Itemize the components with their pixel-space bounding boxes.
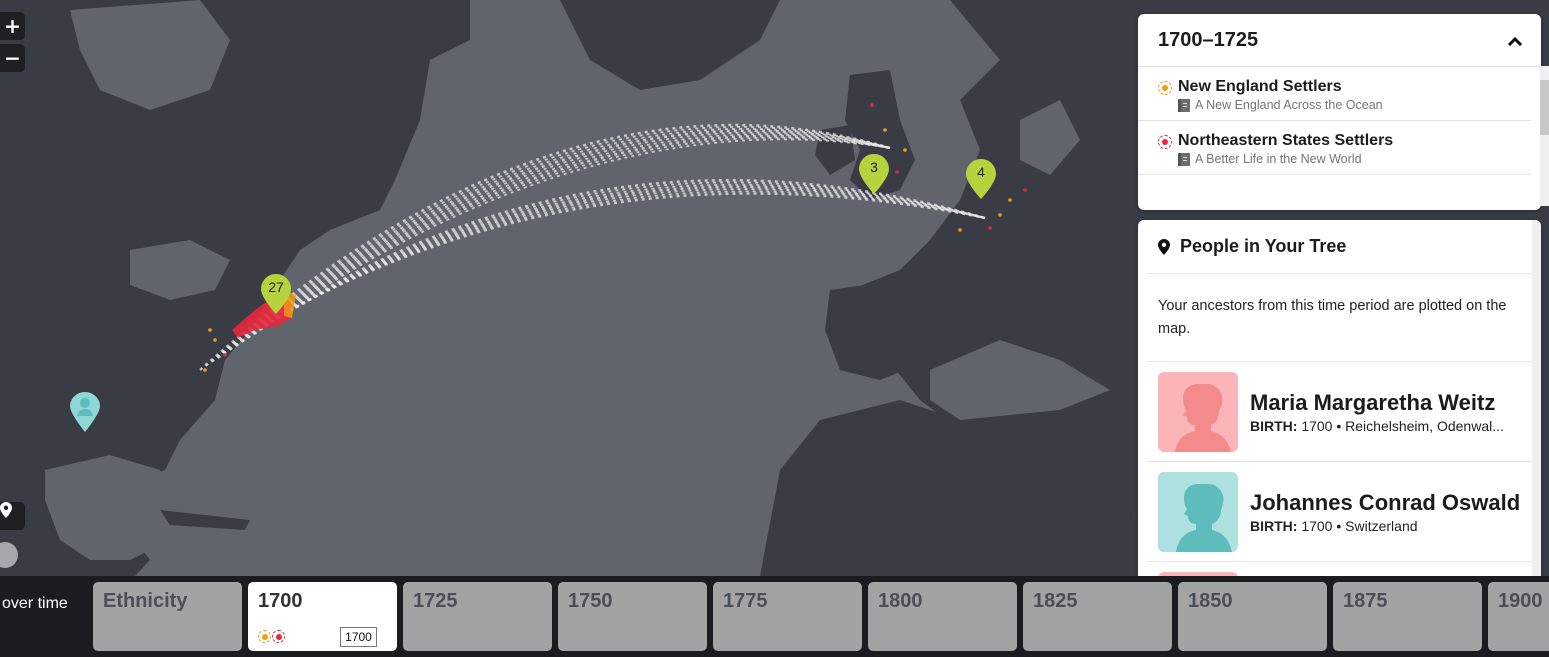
- ancestor-dot: [223, 353, 227, 357]
- timeline-card-label: 1875: [1343, 590, 1388, 612]
- timeline-label: over time: [2, 595, 68, 612]
- app: + − 27 3 4 1700–1725 New England Settler…: [0, 0, 1549, 657]
- location-button[interactable]: [0, 502, 25, 530]
- timeline: over time Ethnicity 1700 1700 1725 1750 1775 1…: [0, 576, 1549, 657]
- timeline-card-label: Ethnicity: [103, 590, 188, 612]
- migration-name: New England Settlers: [1178, 78, 1342, 95]
- ancestor-dot: [1008, 198, 1012, 202]
- timeline-card-label: 1700: [258, 590, 303, 612]
- timeline-card-label: 1825: [1033, 590, 1078, 612]
- cluster-count: 27: [268, 279, 284, 295]
- zoom-out-button[interactable]: −: [0, 44, 25, 72]
- timeline-card-label: 1750: [568, 590, 613, 612]
- land-greenland: [560, 0, 780, 90]
- person-item-partial[interactable]: [1148, 562, 1531, 576]
- people-header: People in Your Tree: [1148, 220, 1531, 274]
- timeline-card-1725[interactable]: 1725: [403, 582, 552, 651]
- avatar-male: [1158, 472, 1238, 552]
- cluster-pin-germany[interactable]: 4: [966, 159, 996, 199]
- person-name: Maria Margaretha Weitz: [1250, 390, 1496, 415]
- ancestor-dot: [208, 328, 212, 332]
- cluster-count: 3: [870, 159, 878, 175]
- migration-item[interactable]: Northeastern States Settlers A Better Li…: [1138, 121, 1531, 175]
- ancestor-dot: [903, 148, 907, 152]
- birth-label: BIRTH:: [1250, 518, 1298, 534]
- map-marker-icon: [0, 502, 12, 518]
- people-panel: People in Your Tree Your ancestors from …: [1138, 220, 1541, 576]
- time-period-header[interactable]: 1700–1725: [1138, 14, 1541, 67]
- ancestor-dot: [998, 213, 1002, 217]
- cluster-pin-england[interactable]: 3: [859, 154, 889, 194]
- migration-item[interactable]: New England Settlers A New England Acros…: [1138, 67, 1531, 121]
- timeline-card-1750[interactable]: 1750: [558, 582, 707, 651]
- year-input[interactable]: 1700: [340, 627, 377, 647]
- migration-marker-icon: [1158, 81, 1172, 95]
- timeline-card-label: 1775: [723, 590, 768, 612]
- person-pin[interactable]: [70, 392, 100, 432]
- ancestor-dot: [988, 226, 992, 230]
- migration-story[interactable]: A Better Life in the New World: [1195, 152, 1362, 166]
- timeline-card-1825[interactable]: 1825: [1023, 582, 1172, 651]
- scrollbar-thumb[interactable]: [1540, 80, 1549, 135]
- ancestor-dot: [958, 228, 962, 232]
- ancestor-dot: [1023, 188, 1027, 192]
- person-pin-icon: [70, 392, 100, 432]
- timeline-card-label: 1725: [413, 590, 458, 612]
- land-caribbean: [160, 510, 250, 530]
- male-silhouette-icon: [1176, 484, 1232, 552]
- timeline-card-label: 1850: [1188, 590, 1233, 612]
- migration-marker-icon: [272, 630, 285, 643]
- timeline-card-1775[interactable]: 1775: [713, 582, 862, 651]
- person-name: Johannes Conrad Oswald: [1250, 490, 1521, 515]
- timeline-card-1800[interactable]: 1800: [868, 582, 1017, 651]
- time-period-title: 1700–1725: [1158, 28, 1259, 51]
- timeline-card-1850[interactable]: 1850: [1178, 582, 1327, 651]
- timeline-card-ethnicity[interactable]: Ethnicity: [93, 582, 242, 651]
- book-icon: [1178, 152, 1190, 166]
- timeline-card-label: 1900: [1498, 590, 1543, 612]
- timeline-card-1875[interactable]: 1875: [1333, 582, 1482, 651]
- female-silhouette-icon: [1175, 384, 1231, 452]
- ancestor-dot: [213, 338, 217, 342]
- timeline-card-label: 1800: [878, 590, 923, 612]
- birth-label: BIRTH:: [1250, 418, 1298, 434]
- ancestor-dot: [870, 103, 874, 107]
- scrollbar[interactable]: [1532, 220, 1541, 576]
- people-title: People in Your Tree: [1180, 236, 1347, 256]
- cluster-count: 4: [977, 164, 985, 180]
- people-description: Your ancestors from this time period are…: [1148, 274, 1531, 362]
- timeline-migration-icons: [258, 630, 286, 643]
- ancestor-dot: [203, 368, 207, 372]
- migration-name: Northeastern States Settlers: [1178, 132, 1394, 149]
- scrollbar[interactable]: [1540, 66, 1549, 206]
- birth-detail: 1700 • Reichelsheim, Odenwal...: [1301, 418, 1504, 434]
- migration-story[interactable]: A New England Across the Ocean: [1195, 98, 1383, 112]
- ancestor-dot: [895, 170, 899, 174]
- person-item[interactable]: Johannes Conrad Oswald BIRTH: 1700 • Swi…: [1148, 462, 1531, 562]
- migration-marker-icon: [1158, 135, 1172, 149]
- time-period-panel: 1700–1725 New England Settlers A New Eng…: [1138, 14, 1549, 210]
- birth-detail: 1700 • Switzerland: [1301, 518, 1418, 534]
- chevron-up-icon[interactable]: [1507, 31, 1523, 50]
- person-item[interactable]: Maria Margaretha Weitz BIRTH: 1700 • Rei…: [1148, 362, 1531, 462]
- ancestor-dot: [883, 128, 887, 132]
- map-marker-icon: [1158, 238, 1170, 255]
- timeline-card-1700[interactable]: 1700 1700: [248, 582, 397, 651]
- book-icon: [1178, 98, 1190, 112]
- timeline-card-1900[interactable]: 1900: [1488, 582, 1549, 651]
- migration-marker-icon: [258, 630, 271, 643]
- avatar-female: [1158, 372, 1238, 452]
- cluster-pin-northeast-us[interactable]: 27: [261, 274, 291, 314]
- zoom-in-button[interactable]: +: [0, 12, 25, 40]
